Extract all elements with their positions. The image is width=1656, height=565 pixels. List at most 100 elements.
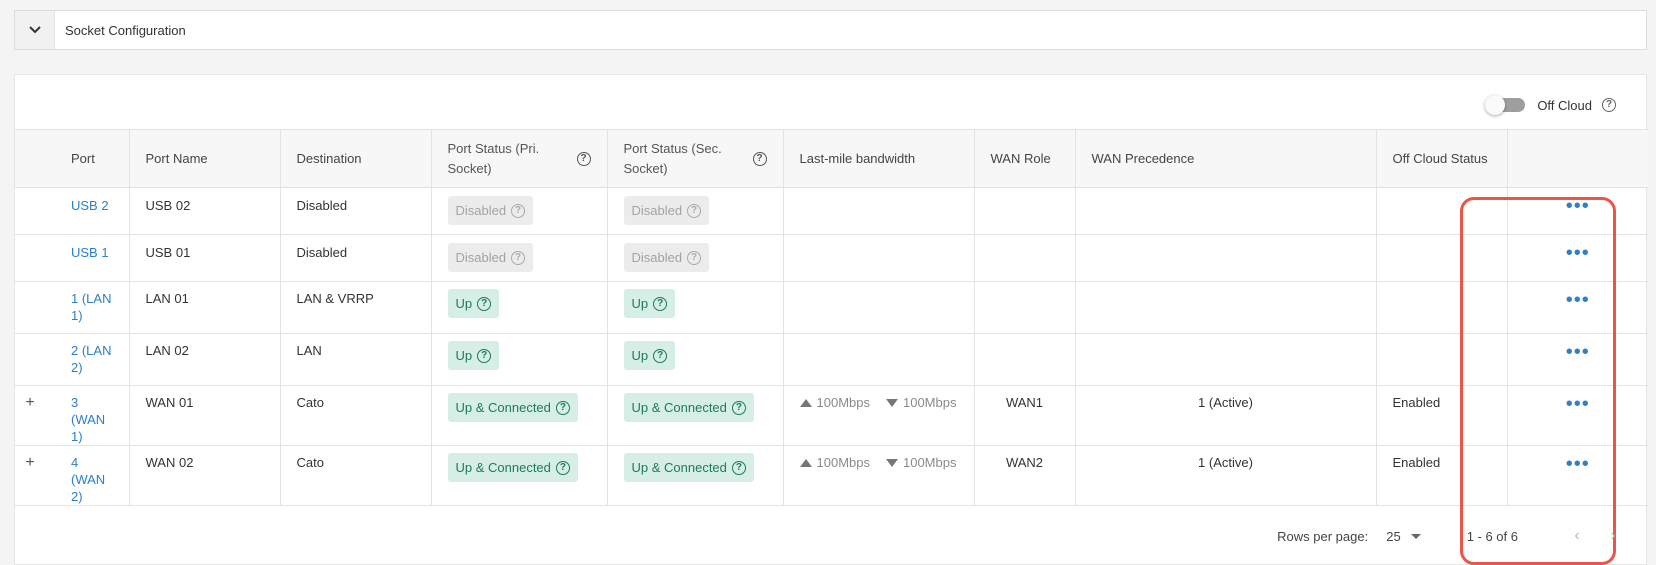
port-name-cell: LAN 01 (129, 281, 281, 334)
help-icon[interactable]: ? (555, 460, 570, 475)
header-port[interactable]: Port (55, 129, 130, 188)
off-cloud-toggle[interactable] (1485, 95, 1526, 115)
collapse-toggle-button[interactable] (15, 11, 55, 49)
help-icon[interactable]: ? (511, 250, 526, 265)
upload-bandwidth: 100Mbps (816, 395, 870, 410)
port-name-cell: USB 01 (129, 234, 281, 282)
off-cloud-status-cell: Enabled (1376, 445, 1508, 506)
port-status-pri-cell: Disabled? (431, 234, 608, 282)
help-icon[interactable]: ? (555, 400, 570, 415)
upload-bandwidth: 100Mbps (816, 455, 870, 470)
destination-cell: LAN (280, 333, 432, 386)
header-port-status-sec[interactable]: Port Status (Sec. Socket)? (607, 129, 784, 188)
port-link[interactable]: 1 (LAN 1) (71, 291, 111, 323)
row-menu-button[interactable]: ••• (1507, 385, 1648, 446)
ports-panel: Off Cloud ? Port Port Name Destination P… (14, 74, 1648, 565)
expand-row-button (15, 187, 55, 235)
expand-row-button[interactable]: + (15, 385, 55, 446)
download-bandwidth: 100Mbps (902, 455, 957, 470)
table-row: USB 2 USB 02 Disabled Disabled? Disabled… (15, 187, 1648, 235)
port-link[interactable]: USB 2 (71, 198, 109, 213)
wan-precedence-cell: 1 (Active) (1075, 445, 1377, 506)
port-link[interactable]: 3 (WAN 1) (71, 395, 105, 444)
table-row: USB 1 USB 01 Disabled Disabled? Disabled… (15, 234, 1648, 282)
port-status-text: Disabled (455, 250, 507, 265)
help-icon[interactable]: ? (653, 296, 668, 311)
port-link[interactable]: 4 (WAN 2) (71, 455, 105, 504)
row-menu-button[interactable]: ••• (1507, 187, 1648, 235)
help-icon[interactable]: ? (477, 348, 492, 363)
header-port-status-pri-label: Port Status (Pri. Socket) (447, 140, 540, 176)
port-status-badge: Up & Connected? (447, 393, 578, 422)
port-status-sec-cell: Up & Connected? (607, 385, 784, 446)
port-status-text: Up & Connected (631, 460, 727, 475)
chevron-down-icon (28, 26, 41, 34)
chevron-left-icon[interactable]: ‹ (1566, 527, 1588, 545)
port-cell: 2 (LAN 2) (55, 333, 130, 386)
bandwidth-cell (783, 281, 975, 334)
off-cloud-status-cell (1376, 333, 1508, 386)
port-status-badge: Disabled? (447, 196, 534, 225)
port-cell: 1 (LAN 1) (55, 281, 130, 334)
help-icon[interactable]: ? (653, 348, 668, 363)
header-actions (1507, 129, 1648, 188)
port-status-text: Up & Connected (455, 460, 551, 475)
help-icon[interactable]: ? (687, 250, 702, 265)
port-link[interactable]: 2 (LAN 2) (71, 343, 111, 375)
destination-cell: LAN & VRRP (280, 281, 432, 334)
port-status-pri-cell: Up & Connected? (431, 445, 608, 506)
header-bandwidth[interactable]: Last-mile bandwidth (783, 129, 975, 188)
port-status-badge: Up & Connected? (623, 453, 754, 482)
header-wan-role[interactable]: WAN Role (974, 129, 1076, 188)
port-status-badge: Up? (447, 289, 500, 318)
port-status-badge: Up & Connected? (447, 453, 578, 482)
port-link[interactable]: USB 1 (71, 245, 109, 260)
port-cell: USB 2 (55, 187, 130, 235)
row-menu-button[interactable]: ••• (1507, 333, 1648, 386)
row-menu-button[interactable]: ••• (1507, 234, 1648, 282)
header-destination[interactable]: Destination (280, 129, 432, 188)
header-port-name[interactable]: Port Name (129, 129, 281, 188)
expand-row-button[interactable]: + (15, 445, 55, 506)
port-status-text: Up (455, 348, 473, 363)
port-status-text: Up (455, 296, 473, 311)
wan-role-cell (974, 281, 1076, 334)
bandwidth-cell: 100Mbps 100Mbps (783, 445, 975, 506)
bandwidth-values: 100Mbps 100Mbps (799, 454, 958, 471)
help-icon[interactable]: ? (752, 151, 767, 166)
header-wan-precedence[interactable]: WAN Precedence (1075, 129, 1377, 188)
port-status-badge: Up? (623, 289, 676, 318)
table-row: + 3 (WAN 1) WAN 01 Cato Up & Connected? … (15, 385, 1648, 446)
wan-role-cell (974, 187, 1076, 235)
help-icon[interactable]: ? (576, 151, 591, 166)
help-icon[interactable]: ? (731, 400, 746, 415)
caret-down-icon (1410, 533, 1421, 539)
header-expand (15, 129, 55, 188)
port-status-sec-cell: Up & Connected? (607, 445, 784, 506)
help-icon[interactable]: ? (731, 460, 746, 475)
off-cloud-status-cell (1376, 234, 1508, 282)
socket-configuration-header[interactable]: Socket Configuration (14, 10, 1647, 50)
header-off-cloud-status[interactable]: Off Cloud Status (1376, 129, 1508, 188)
off-cloud-status-cell: Enabled (1376, 385, 1508, 446)
download-bandwidth: 100Mbps (902, 395, 957, 410)
help-icon[interactable]: ? (477, 296, 492, 311)
port-status-text: Disabled (631, 203, 683, 218)
rows-per-page-label: Rows per page: (1277, 528, 1369, 544)
header-port-status-pri[interactable]: Port Status (Pri. Socket)? (431, 129, 608, 188)
port-status-pri-cell: Disabled? (431, 187, 608, 235)
help-icon[interactable]: ? (1602, 98, 1616, 112)
upload-arrow-icon (799, 459, 812, 467)
chevron-right-icon[interactable]: › (1602, 527, 1624, 545)
wan-precedence-cell: 1 (Active) (1075, 385, 1377, 446)
rows-per-page-select[interactable]: 25 (1386, 529, 1421, 544)
help-icon[interactable]: ? (511, 203, 526, 218)
help-icon[interactable]: ? (687, 203, 702, 218)
row-menu-button[interactable]: ••• (1507, 281, 1648, 334)
row-menu-button[interactable]: ••• (1507, 445, 1648, 506)
destination-cell: Cato (280, 385, 432, 446)
port-status-text: Up (631, 296, 649, 311)
bandwidth-cell (783, 187, 975, 235)
destination-cell: Cato (280, 445, 432, 506)
wan-precedence-cell (1075, 187, 1377, 235)
